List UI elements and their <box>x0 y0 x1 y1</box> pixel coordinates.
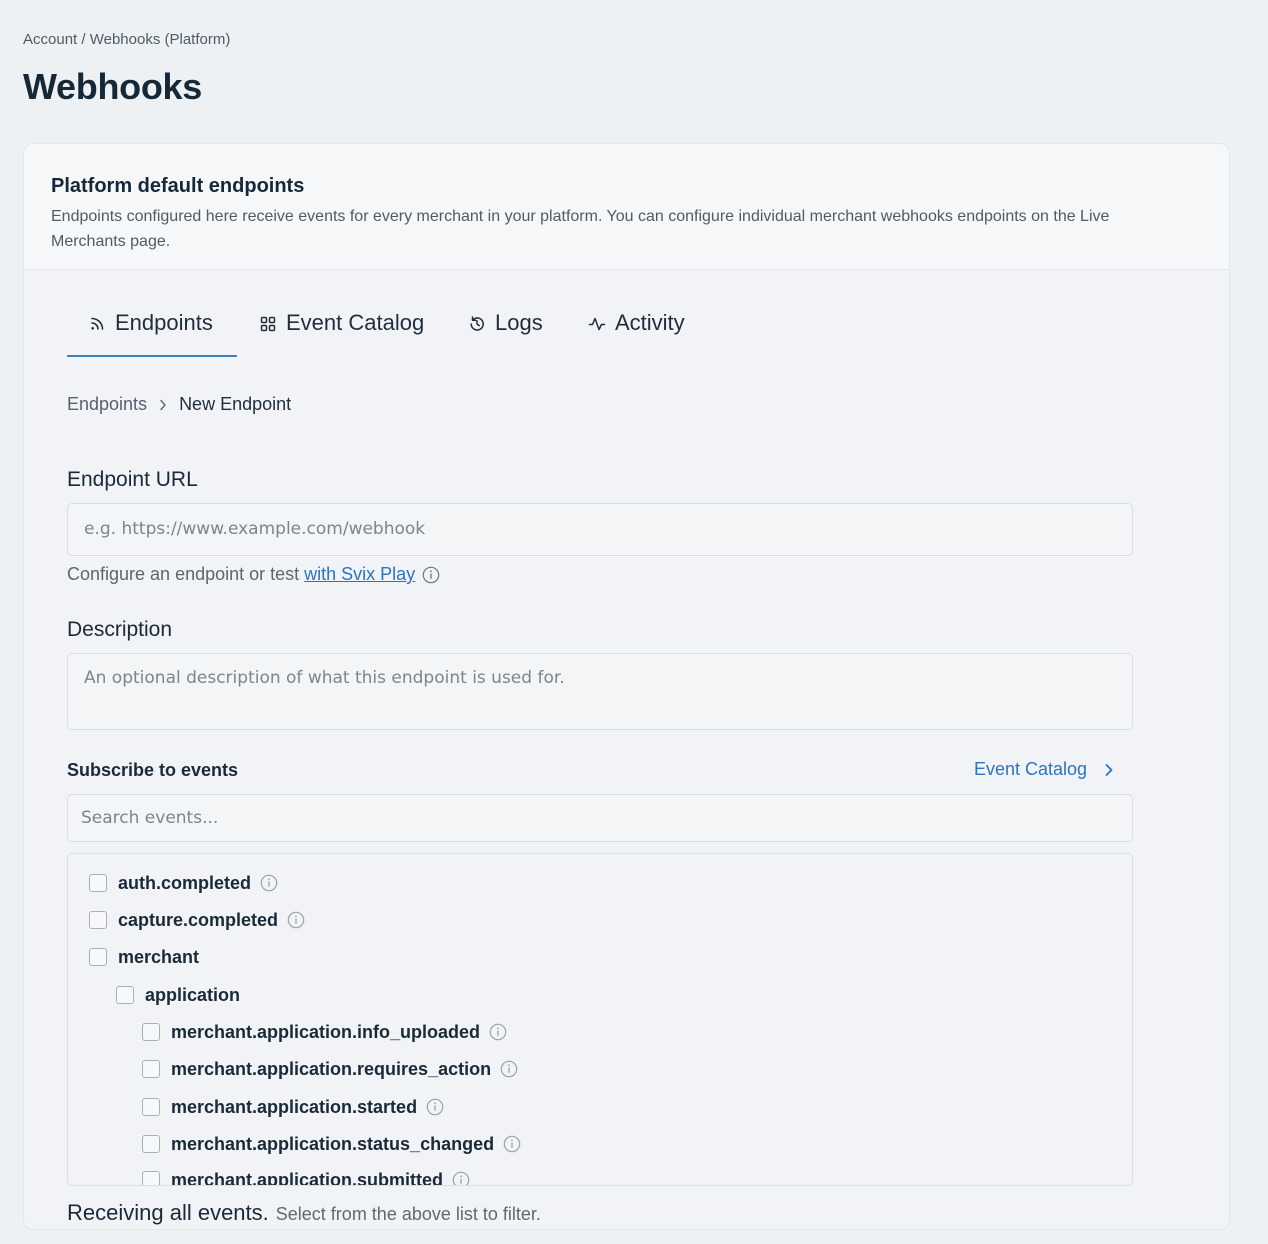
checkbox[interactable] <box>116 986 134 1004</box>
list-item: application <box>116 984 240 1006</box>
breadcrumb: Account / Webhooks (Platform) <box>23 31 230 48</box>
hint-text: Configure an endpoint or test <box>67 564 300 584</box>
grid-icon <box>260 316 276 332</box>
checkbox[interactable] <box>89 911 107 929</box>
info-icon[interactable] <box>287 911 305 929</box>
sub-breadcrumb-current: New Endpoint <box>179 394 292 414</box>
checkbox[interactable] <box>142 1135 160 1153</box>
checkbox[interactable] <box>142 1171 160 1185</box>
sub-breadcrumb: Endpoints New Endpoint <box>67 394 291 415</box>
subscribe-events-label: Subscribe to events <box>67 760 239 780</box>
card-title: Platform default endpoints <box>51 175 305 197</box>
event-name: merchant.application.requires_action <box>171 1058 492 1079</box>
list-item: capture.completed <box>89 909 305 931</box>
events-summary-hint: Select from the above list to filter. <box>275 1204 541 1224</box>
checkbox[interactable] <box>142 1060 160 1078</box>
tab-endpoints[interactable]: Endpoints <box>67 301 237 357</box>
list-item: merchant.application.info_uploaded <box>142 1021 507 1043</box>
info-icon[interactable] <box>422 566 440 584</box>
info-icon[interactable] <box>260 874 278 892</box>
tab-bar: Endpoints Event Catalog Logs Activity <box>67 301 767 357</box>
checkbox[interactable] <box>89 874 107 892</box>
checkbox[interactable] <box>142 1098 160 1116</box>
tab-label: Logs <box>495 310 543 335</box>
history-icon <box>470 316 484 331</box>
endpoint-hint: Configure an endpoint or test with Svix … <box>67 564 440 585</box>
info-icon[interactable] <box>426 1098 444 1116</box>
platform-endpoints-card: Platform default endpoints Endpoints con… <box>23 143 1230 1230</box>
endpoint-url-input[interactable]: e.g. https://www.example.com/webhook <box>67 503 1133 556</box>
tab-label: Endpoints <box>115 310 213 335</box>
list-item: auth.completed <box>89 872 278 894</box>
card-description: Endpoints configured here receive events… <box>51 208 1110 250</box>
chevron-right-icon <box>1105 763 1113 776</box>
breadcrumb-account[interactable]: Account <box>23 31 77 48</box>
event-group-name: application <box>145 984 241 1005</box>
description-textarea[interactable]: An optional description of what this end… <box>67 653 1133 730</box>
info-icon[interactable] <box>489 1023 507 1041</box>
breadcrumb-separator: / <box>81 31 86 48</box>
event-catalog-link-label: Event Catalog <box>974 759 1088 779</box>
page-title: Webhooks <box>23 66 202 107</box>
breadcrumb-current: Webhooks (Platform) <box>89 31 231 48</box>
card-header: Platform default endpoints Endpoints con… <box>24 144 1229 270</box>
tab-event-catalog[interactable]: Event Catalog <box>259 301 424 357</box>
rss-icon <box>91 317 104 330</box>
event-name: capture.completed <box>118 909 279 930</box>
event-name: merchant.application.started <box>171 1096 418 1117</box>
list-item: merchant.application.started <box>142 1096 444 1118</box>
list-item: merchant.application.status_changed <box>142 1133 521 1155</box>
event-catalog-link[interactable]: Event Catalog <box>974 759 1115 780</box>
description-label: Description <box>67 618 173 641</box>
tab-logs[interactable]: Logs <box>468 301 543 357</box>
svix-play-link[interactable]: with Svix Play <box>304 564 415 585</box>
list-item: merchant.application.submitted <box>142 1169 470 1186</box>
event-name: auth.completed <box>118 872 252 893</box>
endpoint-url-label: Endpoint URL <box>67 468 198 491</box>
list-item: merchant.application.requires_action <box>142 1058 518 1080</box>
event-name: merchant.application.status_changed <box>171 1133 495 1154</box>
checkbox[interactable] <box>142 1023 160 1041</box>
event-name: merchant.application.submitted <box>171 1169 444 1186</box>
list-item: merchant <box>89 946 199 968</box>
tab-label: Activity <box>615 310 685 335</box>
sub-breadcrumb-parent[interactable]: Endpoints <box>67 394 147 415</box>
info-icon[interactable] <box>452 1171 470 1186</box>
events-summary: Receiving all events. Select from the ab… <box>67 1200 541 1226</box>
tab-activity[interactable]: Activity <box>588 301 685 357</box>
tab-label: Event Catalog <box>286 310 425 335</box>
info-icon[interactable] <box>500 1060 518 1078</box>
events-summary-strong: Receiving all events. <box>67 1200 269 1225</box>
event-group-name: merchant <box>118 946 200 967</box>
search-events-input[interactable]: Search events... <box>67 794 1133 842</box>
checkbox[interactable] <box>89 948 107 966</box>
event-list: auth.completed capture.completed merchan… <box>67 853 1133 1186</box>
activity-icon <box>588 317 606 331</box>
event-name: merchant.application.info_uploaded <box>171 1021 481 1042</box>
info-icon[interactable] <box>503 1135 521 1153</box>
chevron-right-icon <box>160 399 166 410</box>
